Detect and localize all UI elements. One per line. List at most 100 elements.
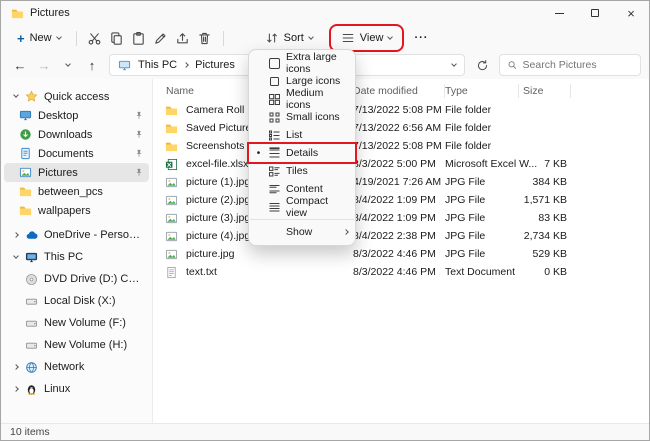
- menu-item-label: Details: [286, 147, 348, 159]
- file-name: Screenshots: [186, 140, 244, 152]
- medium-icons-icon: [268, 93, 281, 106]
- sidebar-item-pictures[interactable]: Pictures: [4, 163, 149, 182]
- sidebar-item-onedrive[interactable]: OneDrive - Personal: [4, 224, 149, 246]
- chevron-right-icon[interactable]: [13, 232, 19, 238]
- address-dropdown-icon[interactable]: [451, 61, 457, 67]
- menu-item-list[interactable]: List: [249, 126, 355, 144]
- sidebar-item-dvd-drive[interactable]: DVD Drive (D:) CCCOMA_X64FRE_EN-US: [4, 268, 149, 290]
- excel-icon: [165, 157, 179, 171]
- sidebar-item-documents[interactable]: Documents: [4, 144, 149, 163]
- column-headers: Name Date modified Type Size: [153, 81, 649, 101]
- see-more-button[interactable]: ···: [406, 29, 436, 47]
- close-button[interactable]: ×: [613, 1, 649, 25]
- close-icon: ×: [627, 7, 635, 20]
- recent-locations-button[interactable]: [57, 54, 79, 76]
- search-box[interactable]: [499, 54, 641, 76]
- file-row[interactable]: picture (2).jpg 8/4/2022 1:09 PM JPG Fil…: [153, 191, 649, 209]
- view-button[interactable]: View: [333, 28, 401, 48]
- sidebar-item-label: Desktop: [38, 110, 131, 122]
- file-row[interactable]: Saved Pictures 7/13/2022 6:56 AM File fo…: [153, 119, 649, 137]
- maximize-button[interactable]: [577, 1, 613, 25]
- sidebar-item-new-volume-f[interactable]: New Volume (F:): [4, 312, 149, 334]
- back-button[interactable]: ←: [9, 54, 31, 76]
- file-row[interactable]: picture (1).jpg 4/19/2021 7:26 AM JPG Fi…: [153, 173, 649, 191]
- sort-button[interactable]: Sort: [257, 28, 321, 48]
- file-name: text.txt: [186, 266, 217, 278]
- menu-item-tiles[interactable]: Tiles: [249, 162, 355, 180]
- linux-icon: [25, 382, 40, 396]
- view-dropdown-menu: Extra large icons Large icons Medium ico…: [248, 49, 356, 246]
- sidebar-item-wallpapers[interactable]: wallpapers: [4, 201, 149, 220]
- sidebar-item-desktop[interactable]: Desktop: [4, 106, 149, 125]
- sidebar-item-label: Linux: [44, 383, 143, 395]
- file-name: excel-file.xlsx: [186, 158, 248, 170]
- file-row[interactable]: Screenshots 7/13/2022 5:08 PM File folde…: [153, 137, 649, 155]
- file-date: 8/3/2022 5:00 PM: [353, 158, 445, 170]
- menu-item-small-icons[interactable]: Small icons: [249, 108, 355, 126]
- sidebar-item-new-volume-h[interactable]: New Volume (H:): [4, 334, 149, 356]
- extra-large-icons-icon: [268, 57, 281, 70]
- file-row[interactable]: excel-file.xlsx 8/3/2022 5:00 PM Microso…: [153, 155, 649, 173]
- file-row[interactable]: picture (3).jpg 8/4/2022 1:09 PM JPG Fil…: [153, 209, 649, 227]
- location-computer-icon: [118, 59, 131, 72]
- minimize-button[interactable]: [541, 1, 577, 25]
- column-header-date-modified[interactable]: Date modified: [353, 84, 445, 98]
- menu-item-extra-large-icons[interactable]: Extra large icons: [249, 54, 355, 72]
- file-type: JPG File: [445, 194, 519, 206]
- search-input[interactable]: [523, 59, 633, 71]
- delete-button[interactable]: [194, 28, 216, 48]
- sidebar-item-linux[interactable]: Linux: [4, 378, 149, 400]
- chevron-right-icon[interactable]: [13, 364, 19, 370]
- sidebar-item-local-disk-x[interactable]: Local Disk (X:): [4, 290, 149, 312]
- file-row[interactable]: Camera Roll 7/13/2022 5:08 PM File folde…: [153, 101, 649, 119]
- sidebar-item-downloads[interactable]: Downloads: [4, 125, 149, 144]
- chevron-right-icon[interactable]: [13, 386, 19, 392]
- sidebar-item-quick-access[interactable]: Quick access: [4, 87, 149, 106]
- compact-view-icon: [268, 201, 281, 214]
- file-row[interactable]: picture.jpg 8/3/2022 4:46 PM JPG File 52…: [153, 245, 649, 263]
- file-type: JPG File: [445, 230, 519, 242]
- sidebar-item-this-pc[interactable]: This PC: [4, 246, 149, 268]
- toolbar-divider: [223, 31, 224, 46]
- sidebar-item-label: Pictures: [38, 167, 131, 179]
- menu-item-medium-icons[interactable]: Medium icons: [249, 90, 355, 108]
- refresh-button[interactable]: [471, 54, 493, 76]
- copy-button[interactable]: [106, 28, 128, 48]
- star-icon: [25, 90, 40, 104]
- breadcrumb-current[interactable]: Pictures: [195, 59, 235, 71]
- file-name: picture (2).jpg: [186, 194, 250, 206]
- small-icons-icon: [268, 111, 281, 124]
- drive-icon: [25, 338, 40, 352]
- list-icon: [268, 129, 281, 142]
- column-header-size[interactable]: Size: [519, 84, 571, 98]
- view-icon: [341, 31, 355, 45]
- file-row[interactable]: text.txt 8/3/2022 4:46 PM Text Document …: [153, 263, 649, 281]
- file-date: 8/4/2022 2:38 PM: [353, 230, 445, 242]
- rename-button[interactable]: [150, 28, 172, 48]
- share-button[interactable]: [172, 28, 194, 48]
- file-date: 8/3/2022 4:46 PM: [353, 248, 445, 260]
- sidebar-item-between-pcs[interactable]: between_pcs: [4, 182, 149, 201]
- sidebar-item-label: OneDrive - Personal: [44, 229, 143, 241]
- chevron-down-icon[interactable]: [13, 253, 19, 259]
- up-button[interactable]: ↑: [81, 54, 103, 76]
- forward-button[interactable]: →: [33, 54, 55, 76]
- large-icons-icon: [268, 75, 281, 88]
- new-button-label: New: [30, 32, 52, 44]
- window-title: Pictures: [30, 7, 70, 19]
- chevron-down-icon[interactable]: [13, 92, 19, 98]
- chevron-down-icon: [56, 34, 62, 40]
- menu-item-compact-view[interactable]: Compact view: [249, 198, 355, 216]
- cut-button[interactable]: [84, 28, 106, 48]
- column-header-type[interactable]: Type: [445, 84, 519, 98]
- chevron-right-icon: [343, 229, 349, 235]
- chevron-down-icon: [308, 34, 314, 40]
- menu-item-details[interactable]: • Details: [249, 144, 355, 162]
- breadcrumb-root[interactable]: This PC: [138, 59, 177, 71]
- sidebar-item-network[interactable]: Network: [4, 356, 149, 378]
- file-name: picture (1).jpg: [186, 176, 250, 188]
- paste-button[interactable]: [128, 28, 150, 48]
- menu-item-show[interactable]: Show: [249, 223, 355, 241]
- new-button[interactable]: + New: [9, 29, 69, 48]
- file-row[interactable]: picture (4).jpg 8/4/2022 2:38 PM JPG Fil…: [153, 227, 649, 245]
